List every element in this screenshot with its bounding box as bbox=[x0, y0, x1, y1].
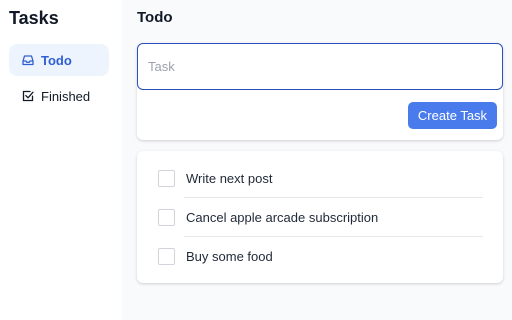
check-square-icon bbox=[22, 90, 34, 102]
task-checkbox[interactable] bbox=[158, 170, 175, 187]
sidebar-item-label: Todo bbox=[41, 52, 72, 68]
app-title: Tasks bbox=[9, 8, 59, 28]
create-task-card: Create Task bbox=[137, 43, 503, 140]
list-item: Buy some food bbox=[158, 237, 483, 276]
inbox-icon bbox=[22, 55, 34, 66]
task-input[interactable] bbox=[137, 43, 503, 90]
page-title: Todo bbox=[137, 9, 173, 26]
task-checkbox[interactable] bbox=[158, 248, 175, 265]
task-label: Cancel apple arcade subscription bbox=[186, 210, 379, 225]
task-label: Write next post bbox=[186, 171, 273, 186]
create-task-button[interactable]: Create Task bbox=[408, 102, 497, 129]
list-item: Cancel apple arcade subscription bbox=[158, 198, 483, 237]
sidebar-item-label: Finished bbox=[41, 88, 91, 104]
sidebar-item-todo[interactable]: Todo bbox=[9, 44, 109, 76]
sidebar: Tasks Todo Finished bbox=[0, 0, 122, 320]
sidebar-item-finished[interactable]: Finished bbox=[9, 80, 109, 112]
task-list: Write next post Cancel apple arcade subs… bbox=[137, 151, 503, 283]
task-checkbox[interactable] bbox=[158, 209, 175, 226]
task-label: Buy some food bbox=[186, 249, 273, 264]
list-item: Write next post bbox=[158, 159, 483, 198]
